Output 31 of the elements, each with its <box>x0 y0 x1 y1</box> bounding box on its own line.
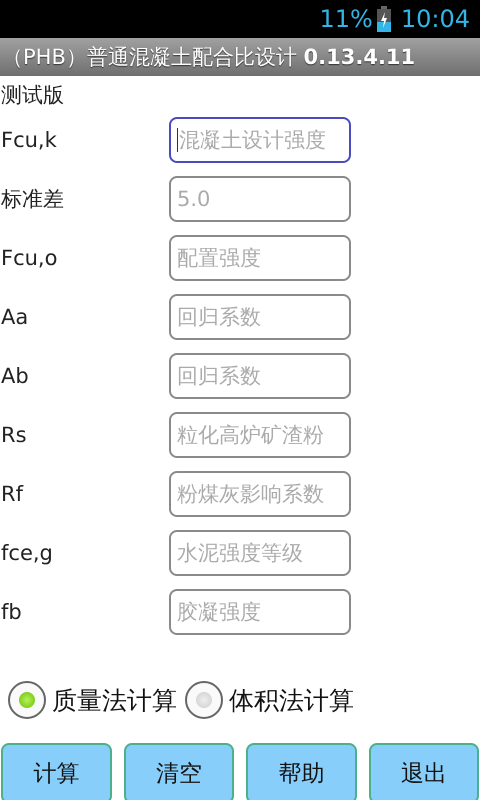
input-field[interactable]: 水泥强度等级 <box>169 530 351 576</box>
radio-label[interactable]: 体积法计算 <box>229 684 354 716</box>
field-label: Rf <box>0 482 24 506</box>
input-field[interactable]: 胶凝强度 <box>169 588 351 634</box>
field-label: Fcu,k <box>0 128 58 152</box>
battery-percent: 11% <box>319 5 373 33</box>
field-label: fce,g <box>0 540 54 564</box>
action-button[interactable]: 计算 <box>1 743 112 800</box>
input-field[interactable]: 粒化高炉矿渣粉 <box>169 412 351 458</box>
input-field[interactable]: 回归系数 <box>169 294 351 340</box>
radio-label[interactable]: 质量法计算 <box>52 684 177 716</box>
field-label: Ab <box>0 364 30 388</box>
radio-button[interactable] <box>185 681 223 719</box>
input-field[interactable]: 混凝土设计强度 <box>169 116 351 162</box>
field-label: 标准差 <box>0 186 65 212</box>
app-title: （PHB）普通混凝土配合比设计 0.13.4.11 <box>1 44 416 71</box>
field-label: fb <box>0 600 23 624</box>
action-button[interactable]: 清空 <box>124 743 234 800</box>
input-field[interactable]: 配置强度 <box>169 234 351 280</box>
version-label: 测试版 <box>0 82 65 109</box>
field-label: Fcu,o <box>0 246 58 270</box>
input-field[interactable]: 回归系数 <box>169 352 351 398</box>
field-label: Rs <box>0 422 28 446</box>
input-field[interactable]: 5.0 <box>169 176 351 222</box>
clock-time: 10:04 <box>400 5 470 33</box>
action-button[interactable]: 退出 <box>368 743 479 800</box>
radio-button[interactable] <box>8 681 46 719</box>
field-label: Aa <box>0 304 30 328</box>
battery-charging-icon <box>376 6 391 32</box>
action-button[interactable]: 帮助 <box>246 743 356 800</box>
input-field[interactable]: 粉煤灰影响系数 <box>169 470 351 516</box>
